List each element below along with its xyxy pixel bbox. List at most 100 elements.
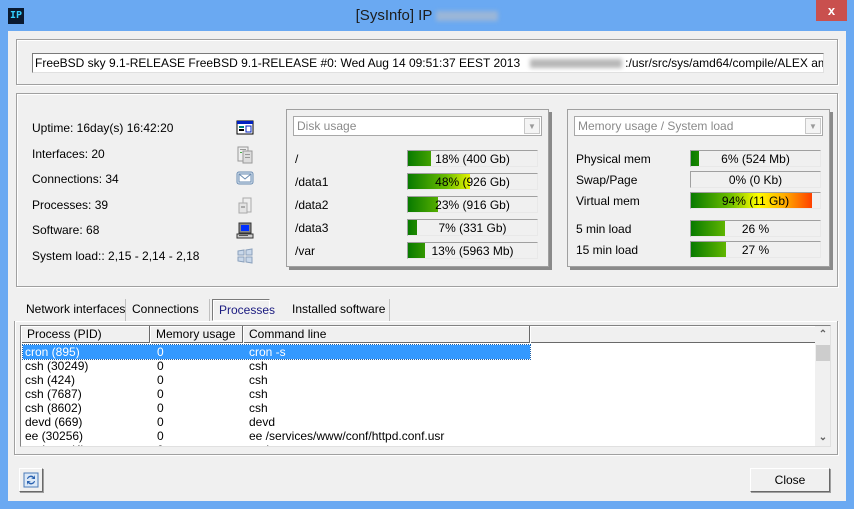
cell-command: cron -s [249, 345, 286, 359]
mem_panel-progress-text: 26 % [741, 222, 770, 236]
summary-item-label: Connections: 34 [32, 172, 119, 186]
mem_panel-label: Swap/Page [576, 173, 638, 187]
uname-field[interactable]: FreeBSD sky 9.1-RELEASE FreeBSD 9.1-RELE… [32, 53, 824, 73]
cell-command: csh [249, 359, 268, 373]
mem_panel-progress-text: 27 % [741, 243, 770, 257]
summary-item-label: Processes: 39 [32, 197, 109, 212]
cell-command: ee /services/www/conf/httpd.conf.usr [249, 429, 445, 443]
disk_panel-progress-bar: 18% (400 Gb) [407, 150, 538, 167]
cell-process: csh (424) [25, 373, 76, 387]
cell-memory: 0 [157, 387, 164, 401]
summary-item-label: Uptime: 16day(s) 16:42:20 [32, 121, 174, 135]
summary-item-label: System load:: 2,15 - 2,14 - 2,18 [32, 248, 200, 263]
uname-text-2: :/usr/src/sys/amd64/compile/ALEX amd64 [625, 56, 823, 70]
process-list-header: Process (PID) Memory usage Command line [21, 326, 816, 343]
mem_panel-label: Virtual mem [576, 194, 640, 208]
disk-usage-select-value: Disk usage [297, 119, 357, 133]
close-button[interactable]: Close [750, 468, 830, 492]
table-row[interactable]: g_down (4) 0 g_down [23, 443, 530, 446]
mem_panel-progress-bar: 27 % [690, 241, 821, 258]
mem_panel-progress-text: 0% (0 Kb) [728, 173, 783, 187]
cell-process: csh (30249) [25, 359, 89, 373]
disk-usage-select[interactable]: Disk usage ▼ [293, 116, 542, 136]
disk_panel-progress-bar: 48% (926 Gb) [407, 173, 538, 190]
disk_panel-progress-bar: 23% (916 Gb) [407, 196, 538, 213]
disk_panel-label: /data1 [295, 175, 329, 189]
table-row[interactable]: csh (8602) 0 csh [23, 401, 530, 415]
disk_panel-progress-bar: 13% (5963 Mb) [407, 242, 538, 259]
table-row[interactable]: devd (669) 0 devd [23, 415, 530, 429]
disk_panel-label: /data3 [295, 221, 329, 235]
summary-item-label: Interfaces: 20 [32, 146, 105, 161]
cell-command: csh [249, 387, 268, 401]
computer-icon [236, 222, 254, 239]
cell-memory: 0 [157, 359, 164, 373]
cell-memory: 0 [157, 401, 164, 415]
ip-address-redacted [436, 11, 499, 22]
mem_panel-label: 5 min load [576, 222, 632, 236]
tab-connections[interactable]: Connections [126, 299, 210, 321]
refresh-button[interactable] [19, 468, 43, 492]
cell-memory: 0 [157, 373, 164, 387]
chevron-down-icon[interactable]: ▼ [805, 118, 821, 134]
disk_panel-label: / [295, 152, 299, 166]
cell-process: g_down (4) [25, 443, 85, 446]
cell-process: devd (669) [25, 415, 83, 429]
memory-load-select-value: Memory usage / System load [578, 119, 734, 133]
title-bar: IP [SysInfo] IP x [0, 0, 854, 32]
mail-envelope-icon [236, 171, 254, 187]
refresh-icon [23, 472, 39, 488]
dialog-client: FreeBSD sky 9.1-RELEASE FreeBSD 9.1-RELE… [8, 31, 846, 501]
table-row[interactable]: csh (30249) 0 csh [23, 359, 530, 373]
vertical-scrollbar[interactable]: ⌃ ⌄ [815, 326, 830, 446]
cell-memory: 0 [157, 345, 164, 359]
mem_panel-progress-bar: 0% (0 Kb) [690, 171, 821, 188]
table-row[interactable]: ee (30256) 0 ee /services/www/conf/httpd.c… [23, 429, 530, 443]
disk_panel-progress-text: 48% (926 Gb) [435, 175, 510, 189]
disk_panel-progress-text: 7% (331 Gb) [438, 221, 507, 235]
disk-usage-panel: Disk usage ▼ / 18% (400 Gb) /data1 48% (926 … [286, 109, 549, 267]
disk_panel-label: /var [295, 244, 316, 258]
column-header-memory[interactable]: Memory usage [150, 326, 243, 343]
tab-network-interfaces[interactable]: Network interfaces [20, 299, 126, 321]
cell-command: devd [249, 415, 276, 429]
scroll-thumb[interactable] [816, 345, 830, 361]
column-header-command[interactable]: Command line [243, 326, 530, 343]
cell-command: csh [249, 373, 268, 387]
scroll-up-icon[interactable]: ⌃ [815, 326, 830, 343]
cell-process: csh (7687) [25, 387, 82, 401]
mem_panel-progress-text: 6% (524 Mb) [721, 152, 790, 166]
summary-item-label: Software: 68 [32, 223, 100, 237]
cell-memory: 0 [157, 443, 164, 446]
memory-load-panel: Memory usage / System load ▼ Physical mem… [567, 109, 830, 267]
uname-host-redacted [530, 59, 623, 69]
tab-processes[interactable]: Processes [212, 299, 275, 321]
tab-installed-software[interactable]: Installed software [286, 299, 390, 321]
disk_panel-progress-bar: 7% (331 Gb) [407, 219, 538, 236]
cell-process: ee (30256) [25, 429, 84, 443]
scroll-down-icon[interactable]: ⌄ [815, 429, 830, 446]
disk_panel-label: /data2 [295, 198, 329, 212]
memory-load-select[interactable]: Memory usage / System load ▼ [574, 116, 823, 136]
cell-memory: 0 [157, 429, 164, 443]
chevron-down-icon[interactable]: ▼ [524, 118, 540, 134]
column-header-process[interactable]: Process (PID) [21, 326, 150, 343]
cell-process: cron (895) [25, 345, 80, 359]
column-header-empty [530, 326, 816, 343]
network-interfaces-icon [236, 146, 254, 163]
table-row[interactable]: csh (424) 0 csh [23, 373, 530, 387]
mem_panel-progress-bar: 6% (524 Mb) [690, 150, 821, 167]
table-row[interactable]: csh (7687) 0 csh [23, 387, 530, 401]
cell-command: csh [249, 401, 268, 415]
mem_panel-progress-bar: 94% (11 Gb) [690, 192, 821, 209]
uname-text-1: FreeBSD sky 9.1-RELEASE FreeBSD 9.1-RELE… [35, 56, 521, 70]
process-list[interactable]: Process (PID) Memory usage Command line … [20, 325, 831, 447]
window-close-button[interactable]: x [816, 0, 847, 21]
table-row[interactable]: cron (895) 0 cron -s [22, 344, 531, 360]
calendar-window-icon [236, 120, 254, 136]
cell-memory: 0 [157, 415, 164, 429]
system-load-icon [236, 247, 254, 264]
cell-process: csh (8602) [25, 401, 82, 415]
disk_panel-progress-text: 18% (400 Gb) [435, 152, 510, 166]
mem_panel-label: Physical mem [576, 152, 651, 166]
